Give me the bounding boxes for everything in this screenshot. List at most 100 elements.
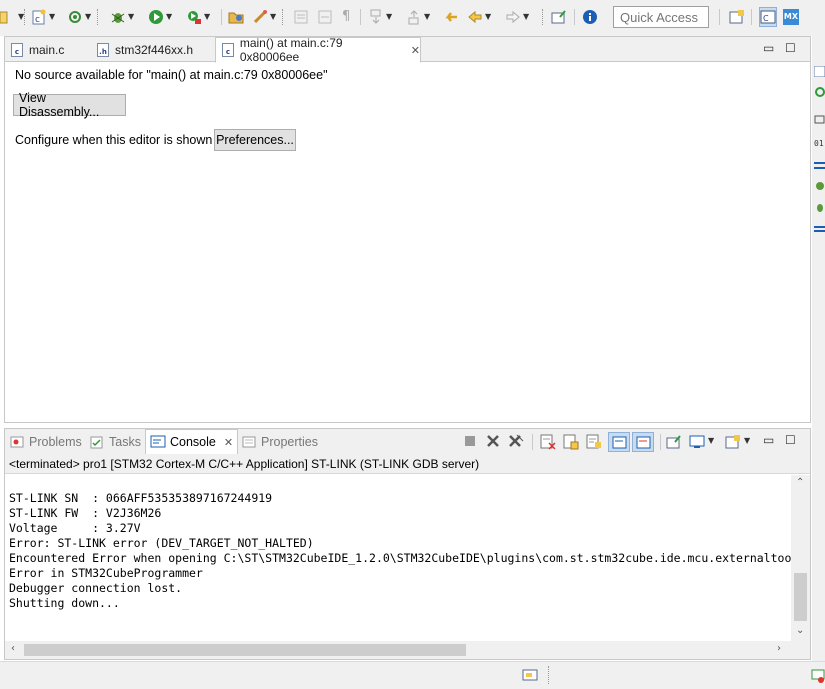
minimize-icon[interactable]: ▭ — [763, 433, 774, 447]
editor-area: c main.c .h stm32f446xx.h c main() at ma… — [4, 36, 811, 423]
tab-problems[interactable]: Problems — [9, 429, 82, 454]
open-folder-button[interactable] — [228, 8, 244, 26]
console-icon — [150, 435, 166, 448]
remove-all-terminated-icon[interactable] — [508, 434, 524, 448]
external-tools-button[interactable]: ▼ — [186, 8, 210, 26]
remove-launch-icon[interactable] — [486, 434, 500, 448]
scroll-up-icon[interactable]: ⌃ — [796, 477, 804, 488]
cc-perspective-icon: C — [760, 9, 776, 25]
c-file-icon: c — [11, 42, 23, 57]
editor-tab-bar: c main.c .h stm32f446xx.h c main() at ma… — [5, 36, 810, 64]
paragraph-button[interactable]: ¶ — [342, 8, 358, 26]
new-icon — [0, 9, 16, 25]
tab-properties[interactable]: Properties — [241, 429, 318, 454]
show-on-stderr-button[interactable] — [632, 432, 654, 452]
forward-button[interactable]: ▼ — [505, 8, 529, 26]
mx-perspective-button[interactable]: MX — [783, 8, 799, 26]
scroll-right-icon[interactable]: › — [777, 643, 781, 654]
last-edit-button[interactable] — [443, 8, 459, 26]
tab-label: Problems — [29, 434, 82, 449]
open-console-icon[interactable] — [725, 434, 741, 450]
word-wrap-icon[interactable] — [586, 434, 602, 450]
cc-perspective-button[interactable]: C — [759, 7, 777, 27]
tab-stm32f446xx-h[interactable]: .h stm32f446xx.h — [91, 37, 215, 62]
right-trim-stack: 01 — [812, 36, 825, 676]
debug-button[interactable]: ▼ — [110, 8, 134, 26]
close-icon[interactable]: ✕ — [224, 436, 233, 449]
chevron-down-icon[interactable]: ▼ — [744, 436, 750, 445]
vertical-scroll-thumb[interactable] — [794, 573, 807, 621]
h-file-icon: .h — [97, 42, 109, 57]
console-output[interactable]: ST-LINK SN : 066AFF535353897167244919 ST-… — [5, 475, 791, 641]
horizontal-scrollbar[interactable]: ‹ › — [5, 641, 810, 659]
build-targets-icon[interactable] — [814, 86, 825, 97]
show-console-stdout-icon — [612, 436, 627, 449]
maximize-icon[interactable]: ☐ — [785, 433, 796, 447]
open-folder-icon — [228, 9, 244, 25]
toggle-mark-button[interactable] — [293, 8, 309, 26]
breakpoints-icon[interactable] — [814, 160, 825, 171]
build-button[interactable]: ▼ — [67, 8, 91, 26]
progress-icon[interactable] — [522, 667, 540, 683]
forward-icon — [505, 9, 521, 25]
console-line: Debugger connection lost. — [9, 581, 183, 595]
horizontal-scroll-thumb[interactable] — [24, 644, 466, 656]
external-tools-icon — [186, 9, 202, 25]
run-icon — [148, 9, 164, 25]
back-button[interactable]: ▼ — [467, 8, 491, 26]
info-button[interactable] — [582, 8, 598, 26]
console-line: Error: ST-LINK error (DEV_TARGET_NOT_HAL… — [9, 536, 314, 550]
tab-main-c[interactable]: c main.c — [5, 37, 91, 62]
outline-icon[interactable] — [814, 66, 825, 77]
last-edit-icon — [443, 9, 459, 25]
build-icon — [67, 9, 83, 25]
chevron-down-icon[interactable]: ▼ — [708, 436, 714, 445]
wand-icon — [252, 9, 268, 25]
new-button[interactable]: ▼ — [0, 8, 24, 26]
tab-label: Tasks — [109, 434, 141, 449]
terminate-icon[interactable] — [464, 435, 476, 447]
tab-main-at-address[interactable]: c main() at main.c:79 0x80006ee ✕ — [215, 36, 421, 64]
show-whitespace-button[interactable] — [317, 8, 333, 26]
vertical-scrollbar[interactable]: ⌃ ⌄ — [791, 475, 810, 641]
new-c-file-button[interactable]: c ▼ — [31, 8, 55, 26]
minimize-icon[interactable]: ▭ — [763, 41, 774, 55]
prev-annotation-button[interactable]: ▼ — [406, 8, 430, 26]
registers-icon[interactable]: 01 — [814, 136, 825, 147]
variables-icon[interactable] — [814, 114, 825, 125]
view-disassembly-button[interactable]: View Disassembly... — [13, 91, 126, 119]
tab-tasks[interactable]: Tasks — [89, 429, 141, 454]
quick-access-input[interactable] — [613, 6, 709, 28]
tab-label: Properties — [261, 434, 318, 449]
live-expressions-icon[interactable] — [814, 180, 825, 191]
run-button[interactable]: ▼ — [148, 8, 172, 26]
show-on-stdout-button[interactable] — [608, 432, 630, 452]
pin-editor-button[interactable] — [551, 8, 567, 26]
clear-console-icon[interactable] — [540, 434, 556, 450]
display-selected-console-icon[interactable] — [689, 434, 705, 450]
scroll-left-icon[interactable]: ‹ — [11, 643, 15, 654]
maximize-icon[interactable]: ☐ — [785, 41, 796, 55]
notifications-icon[interactable] — [811, 668, 825, 684]
show-console-stderr-icon — [636, 436, 651, 449]
console-view: Problems Tasks Console ✕ Properties ▼ ▼ … — [4, 428, 811, 660]
console-line: Voltage : 3.27V — [9, 521, 141, 535]
preferences-button[interactable]: Preferences... — [214, 129, 296, 151]
scroll-down-icon[interactable]: ⌄ — [796, 625, 804, 636]
prev-annotation-icon — [406, 9, 422, 25]
console-line: ST-LINK SN : 066AFF535353897167244919 — [9, 491, 273, 505]
pin-console-icon[interactable] — [666, 434, 682, 450]
close-icon[interactable]: ✕ — [411, 44, 420, 57]
debug-view-icon[interactable] — [814, 202, 825, 213]
scroll-lock-icon[interactable] — [563, 434, 579, 450]
problems-icon — [10, 436, 24, 447]
paragraph-icon: ¶ — [342, 9, 351, 24]
configure-label: Configure when this editor is shown — [15, 133, 213, 147]
mx-perspective-icon: MX — [783, 9, 799, 25]
open-perspective-button[interactable] — [729, 8, 745, 26]
console-process-label: <terminated> pro1 [STM32 Cortex-M C/C++ … — [5, 454, 810, 474]
next-annotation-button[interactable]: ▼ — [368, 8, 392, 26]
wand-button[interactable]: ▼ — [252, 8, 276, 26]
memory-icon[interactable] — [814, 224, 825, 235]
tab-console[interactable]: Console ✕ — [145, 429, 239, 454]
